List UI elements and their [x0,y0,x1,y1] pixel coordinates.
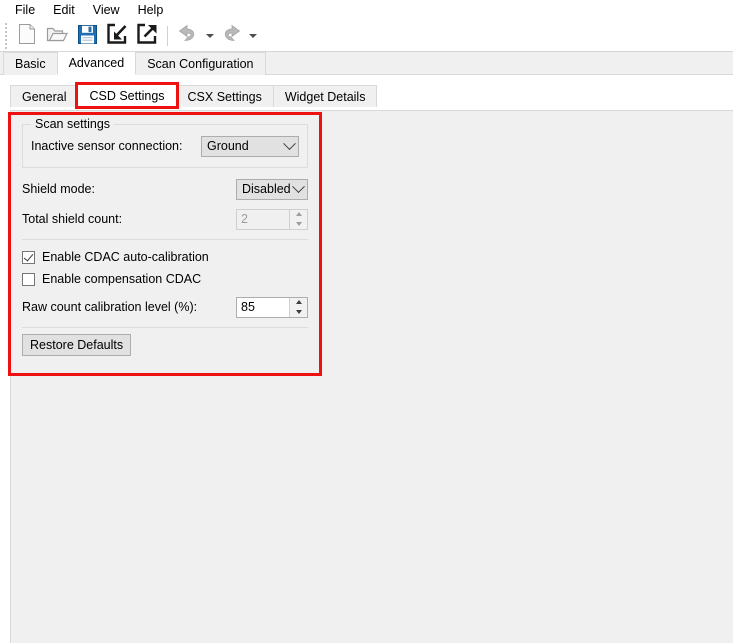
restore-defaults-row: Restore Defaults [22,334,308,356]
enable-cdac-auto-calibration-label: Enable CDAC auto-calibration [42,250,209,264]
new-file-icon [17,23,37,48]
total-shield-count-stepper: 2 [236,208,308,230]
total-shield-count-row: Total shield count: 2 [22,206,308,232]
open-folder-button[interactable] [42,22,72,50]
menu-help[interactable]: Help [129,0,173,20]
scan-settings-groupbox: Scan settings Inactive sensor connection… [22,117,308,168]
save-icon [77,24,98,48]
toolbar-grip-handle[interactable] [2,22,10,49]
new-file-button[interactable] [12,22,42,50]
toolbar [0,20,733,52]
inactive-sensor-connection-value: Ground [207,138,249,153]
inactive-sensor-connection-label: Inactive sensor connection: [31,139,183,153]
save-button[interactable] [72,22,102,50]
stepper-buttons [289,297,307,317]
menu-file[interactable]: File [6,0,44,20]
menu-view[interactable]: View [84,0,129,20]
chevron-down-icon [205,33,214,38]
enable-compensation-cdac-label: Enable compensation CDAC [42,272,202,286]
divider [22,239,308,240]
tab-csx-settings[interactable]: CSX Settings [175,85,274,107]
total-shield-count-label: Total shield count: [22,212,123,226]
stepper-down-button[interactable] [290,307,307,317]
inactive-sensor-connection-select[interactable]: Ground [201,135,299,157]
csd-settings-form: Scan settings Inactive sensor connection… [12,116,318,372]
menu-bar: File Edit View Help [0,0,733,20]
import-button[interactable] [102,22,132,50]
tab-widget-details[interactable]: Widget Details [272,85,378,107]
tab-csd-settings[interactable]: CSD Settings [75,82,179,109]
outer-tab-bar: Basic Advanced Scan Configuration [0,51,733,76]
chevron-down-icon [248,33,257,38]
undo-button[interactable] [173,22,203,50]
divider [22,327,308,328]
undo-icon [176,24,200,47]
open-folder-icon [46,24,68,47]
enable-compensation-cdac-checkbox[interactable] [22,272,35,286]
shield-mode-value: Disabled [242,181,291,196]
shield-mode-label: Shield mode: [22,182,95,196]
restore-defaults-button[interactable]: Restore Defaults [22,334,132,356]
tab-basic[interactable]: Basic [3,52,58,75]
raw-count-calibration-level-value[interactable]: 85 [237,298,289,317]
undo-dropdown-button[interactable] [203,22,216,50]
tab-advanced[interactable]: Advanced [56,51,137,75]
raw-count-calibration-level-label: Raw count calibration level (%): [22,300,198,314]
chevron-down-icon [291,179,307,194]
tab-scan-configuration[interactable]: Scan Configuration [135,52,266,75]
toolbar-separator [167,25,168,46]
enable-cdac-auto-calibration-checkbox[interactable] [22,250,35,264]
raw-count-calibration-level-stepper[interactable]: 85 [236,296,308,318]
chevron-down-icon [280,136,298,151]
export-button[interactable] [132,22,162,50]
export-icon [136,23,158,48]
inactive-sensor-connection-row: Inactive sensor connection: Ground [31,133,299,159]
stepper-up-button [290,210,307,220]
enable-compensation-cdac-row[interactable]: Enable compensation CDAC [22,268,308,290]
redo-dropdown-button[interactable] [246,22,259,50]
stepper-buttons [289,209,307,229]
enable-cdac-auto-calibration-row[interactable]: Enable CDAC auto-calibration [22,246,308,268]
tab-general[interactable]: General [10,85,79,107]
scan-settings-group-title: Scan settings [31,117,115,131]
shield-mode-select[interactable]: Disabled [236,178,308,200]
inner-tab-region: General CSD Settings CSX Settings Widget… [0,76,733,109]
redo-icon [219,24,243,47]
redo-button[interactable] [216,22,246,50]
total-shield-count-value: 2 [241,211,248,226]
inner-tab-bar: General CSD Settings CSX Settings Widget… [10,82,733,109]
stepper-up-button[interactable] [290,298,307,308]
raw-count-calibration-level-row: Raw count calibration level (%): 85 [22,294,308,320]
import-icon [106,23,128,48]
stepper-down-button [290,219,307,229]
shield-mode-row: Shield mode: Disabled [22,176,308,202]
menu-edit[interactable]: Edit [44,0,84,20]
